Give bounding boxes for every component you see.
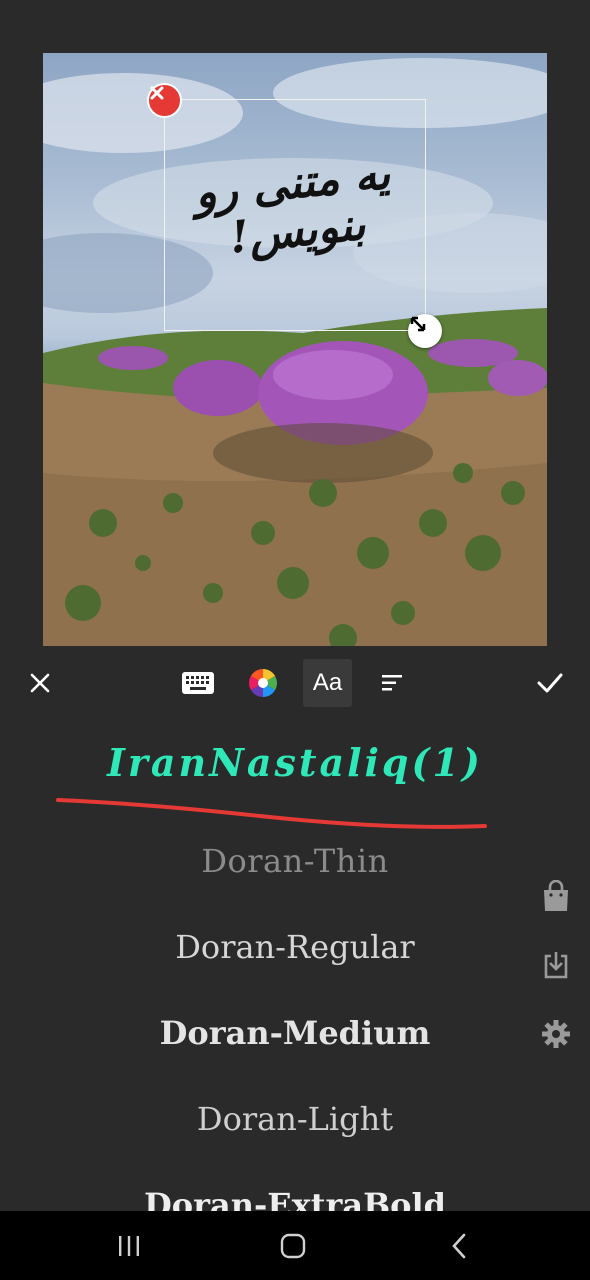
download-fonts-button[interactable]: [536, 945, 576, 985]
back-icon: [452, 1233, 466, 1259]
close-icon: [150, 86, 164, 100]
align-left-icon: [382, 675, 402, 691]
photo-canvas[interactable]: یه متنی رو بنویس!: [43, 53, 547, 646]
back-button[interactable]: [434, 1223, 484, 1269]
system-nav-bar: [0, 1211, 590, 1280]
color-wheel-icon: [249, 669, 277, 697]
font-button[interactable]: Aa: [303, 659, 352, 707]
font-settings-button[interactable]: [536, 1014, 576, 1054]
recent-apps-icon: [119, 1236, 139, 1256]
font-store-button[interactable]: [536, 876, 576, 916]
confirm-button[interactable]: [526, 659, 574, 707]
cancel-button[interactable]: [16, 659, 64, 707]
font-button-label: Aa: [312, 669, 343, 696]
keyboard-icon: [182, 672, 214, 694]
home-button[interactable]: [268, 1223, 318, 1269]
delete-text-button[interactable]: [147, 83, 182, 118]
keyboard-button[interactable]: [174, 659, 222, 707]
resize-arrows-icon: [410, 316, 426, 332]
font-item[interactable]: Doran-Regular: [60, 928, 530, 966]
download-icon: [544, 952, 568, 979]
close-icon: [30, 673, 50, 693]
hand-drawn-underline: [56, 798, 487, 829]
font-item[interactable]: Doran-ExtraBold: [60, 1186, 530, 1211]
settings-icon: [542, 1020, 570, 1048]
overlay-text[interactable]: یه متنی رو بنویس!: [161, 147, 430, 270]
recent-apps-button[interactable]: [104, 1223, 154, 1269]
font-item[interactable]: Doran-Thin: [60, 842, 530, 880]
text-overlay-box[interactable]: یه متنی رو بنویس!: [164, 99, 426, 331]
check-icon: [537, 673, 563, 693]
font-item-selected[interactable]: IranNastaliq(1): [60, 740, 530, 785]
color-picker-button[interactable]: [239, 659, 287, 707]
font-item[interactable]: Doran-Medium: [60, 1014, 530, 1052]
shopping-bag-icon: [544, 880, 568, 911]
align-button[interactable]: [368, 659, 416, 707]
font-item[interactable]: Doran-Light: [60, 1100, 530, 1138]
home-icon: [280, 1233, 306, 1259]
editor-toolbar: Aa: [0, 652, 590, 714]
font-list[interactable]: IranNastaliq(1) Doran-Thin Doran-Regular…: [0, 714, 590, 1211]
resize-text-handle[interactable]: [408, 314, 442, 348]
